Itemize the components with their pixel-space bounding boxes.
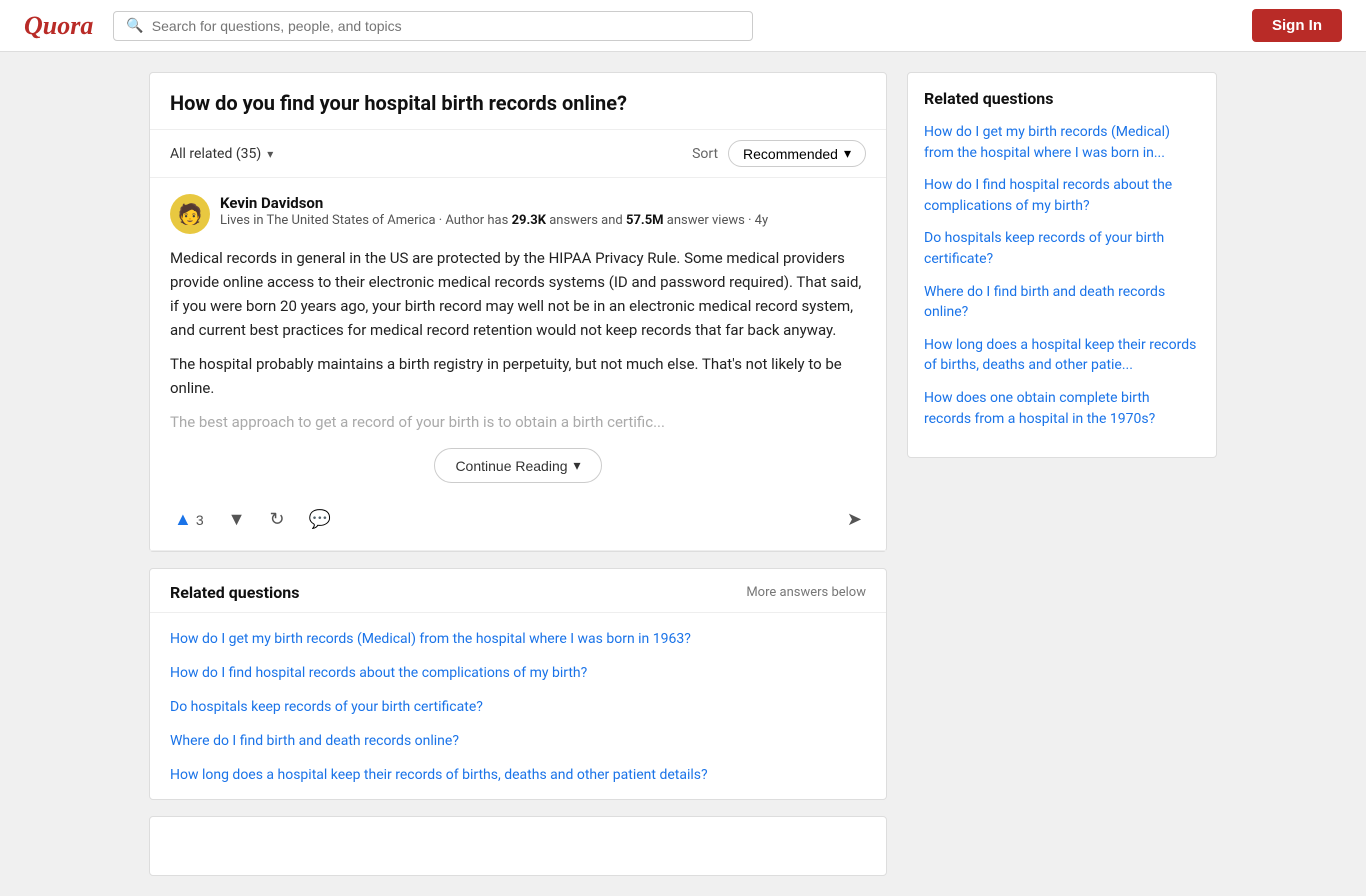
recommended-label: Recommended [743, 146, 838, 162]
side-column: Related questions How do I get my birth … [907, 72, 1217, 876]
header: Quora 🔍 Sign In [0, 0, 1366, 52]
search-icon: 🔍 [126, 18, 143, 34]
list-item: How do I get my birth records (Medical) … [150, 621, 886, 655]
continue-reading-label: Continue Reading [455, 458, 567, 474]
reshare-icon: ↻ [269, 509, 284, 530]
sign-in-button[interactable]: Sign In [1252, 9, 1342, 42]
main-column: How do you find your hospital birth reco… [149, 72, 887, 876]
list-item: How do I find hospital records about the… [924, 175, 1200, 216]
side-related-link-sq6[interactable]: How does one obtain complete birth recor… [924, 390, 1155, 427]
side-panel-title: Related questions [924, 89, 1200, 108]
side-related-link-sq3[interactable]: Do hospitals keep records of your birth … [924, 230, 1164, 267]
related-inline-header: Related questions More answers below [150, 569, 886, 613]
action-row: ▲ 3 ▼ ↻ 💬 ➤ [170, 499, 866, 534]
side-related-link-sq4[interactable]: Where do I find birth and death records … [924, 284, 1165, 321]
related-questions-inline-card: Related questions More answers below How… [149, 568, 887, 800]
side-related-link-sq5[interactable]: How long does a hospital keep their reco… [924, 337, 1196, 374]
continue-reading-button[interactable]: Continue Reading ▾ [434, 448, 601, 483]
upvote-button[interactable]: ▲ 3 [170, 505, 208, 534]
related-link-rq2[interactable]: How do I find hospital records about the… [170, 665, 587, 681]
all-related-button[interactable]: All related (35) ▾ [170, 146, 273, 162]
more-answers-label: More answers below [746, 585, 866, 600]
author-bio: Lives in The United States of America · … [220, 212, 866, 230]
vote-count: 3 [196, 512, 204, 528]
author-name: Kevin Davidson [220, 194, 866, 212]
answer-count: 29.3K [512, 213, 546, 228]
header-right: Sign In [1252, 9, 1342, 42]
list-item: How do I find hospital records about the… [150, 655, 886, 689]
side-related-link-sq1[interactable]: How do I get my birth records (Medical) … [924, 124, 1170, 161]
next-answer-stub [149, 816, 887, 876]
question-title: How do you find your hospital birth reco… [150, 73, 886, 130]
author-info: Kevin Davidson Lives in The United State… [220, 194, 866, 230]
list-item: Where do I find birth and death records … [150, 723, 886, 757]
answer-paragraph-3-faded: The best approach to get a record of you… [170, 410, 866, 434]
bio-prefix: Lives in The United States of America · … [220, 213, 512, 228]
side-related-link-sq2[interactable]: How do I find hospital records about the… [924, 177, 1172, 214]
list-item: How does one obtain complete birth recor… [924, 388, 1200, 429]
answer-paragraph-1: Medical records in general in the US are… [170, 246, 866, 342]
list-item: Do hospitals keep records of your birth … [924, 228, 1200, 269]
downvote-button[interactable]: ▼ [224, 505, 250, 534]
related-inline-title: Related questions [170, 583, 299, 602]
bio-suffix: answer views · 4y [664, 213, 769, 228]
list-item: How do I get my birth records (Medical) … [924, 122, 1200, 163]
continue-reading-wrap: Continue Reading ▾ [170, 448, 866, 483]
quora-logo[interactable]: Quora [24, 11, 93, 41]
filter-bar: All related (35) ▾ Sort Recommended ▾ [150, 130, 886, 178]
chevron-down-icon: ▾ [574, 457, 581, 474]
author-row: 🧑 Kevin Davidson Lives in The United Sta… [170, 194, 866, 234]
avatar: 🧑 [170, 194, 210, 234]
all-related-label: All related (35) [170, 146, 261, 162]
chevron-down-icon: ▾ [267, 147, 273, 161]
related-link-rq1[interactable]: How do I get my birth records (Medical) … [170, 631, 691, 647]
recommended-sort-button[interactable]: Recommended ▾ [728, 140, 866, 167]
bio-mid: answers and [546, 213, 626, 228]
comment-button[interactable]: 💬 [305, 505, 335, 534]
chevron-down-icon: ▾ [844, 145, 851, 162]
downvote-icon: ▼ [228, 509, 246, 530]
search-bar: 🔍 [113, 11, 753, 41]
view-count: 57.5M [626, 213, 664, 228]
page-content: How do you find your hospital birth reco… [133, 52, 1233, 896]
related-inline-list: How do I get my birth records (Medical) … [150, 613, 886, 799]
list-item: How long does a hospital keep their reco… [150, 757, 886, 791]
sort-wrap: Sort Recommended ▾ [692, 140, 866, 167]
search-input[interactable] [152, 18, 741, 34]
question-card: How do you find your hospital birth reco… [149, 72, 887, 552]
list-item: Where do I find birth and death records … [924, 282, 1200, 323]
comment-icon: 💬 [309, 509, 331, 530]
list-item: How long does a hospital keep their reco… [924, 335, 1200, 376]
share-icon: ➤ [847, 509, 862, 530]
related-link-rq4[interactable]: Where do I find birth and death records … [170, 733, 459, 749]
related-link-rq5[interactable]: How long does a hospital keep their reco… [170, 767, 708, 783]
related-link-rq3[interactable]: Do hospitals keep records of your birth … [170, 699, 483, 715]
list-item: Do hospitals keep records of your birth … [150, 689, 886, 723]
upvote-icon: ▲ [174, 509, 192, 530]
side-panel: Related questions How do I get my birth … [907, 72, 1217, 458]
sort-label: Sort [692, 146, 718, 162]
answer-paragraph-2: The hospital probably maintains a birth … [170, 352, 866, 400]
reshare-button[interactable]: ↻ [265, 505, 288, 534]
answer-block: 🧑 Kevin Davidson Lives in The United Sta… [150, 178, 886, 551]
share-button[interactable]: ➤ [843, 505, 866, 534]
